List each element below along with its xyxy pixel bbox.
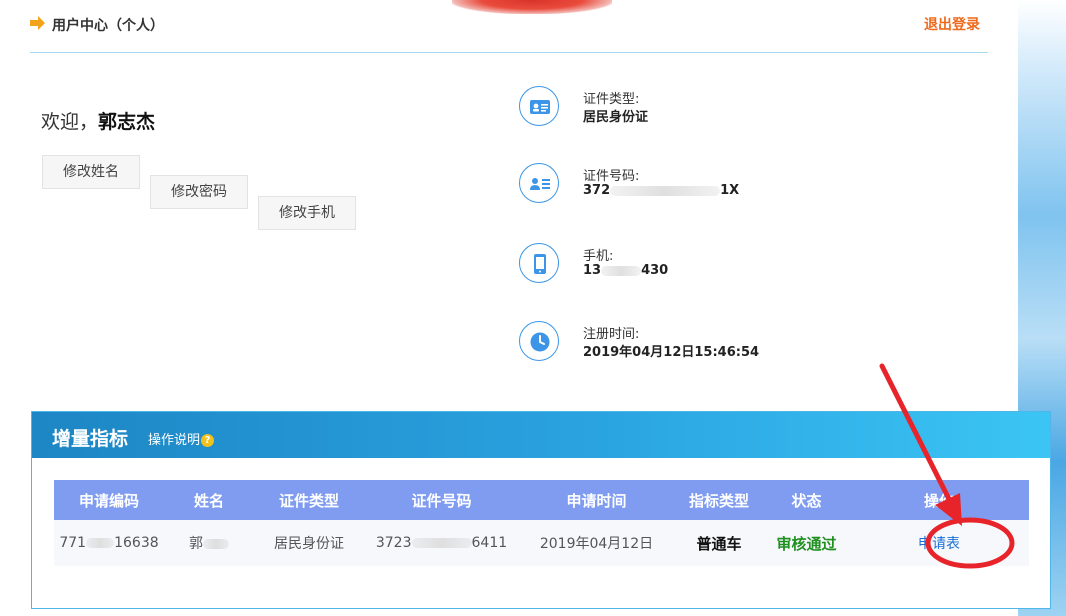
panel-title: 增量指标 bbox=[52, 428, 129, 450]
col-header-operation: 操作 bbox=[849, 480, 1029, 520]
register-time-value: 2019年04月12日15:46:54 bbox=[583, 345, 760, 360]
register-time-label: 注册时间: bbox=[583, 327, 640, 342]
id-number-label: 证件号码: bbox=[583, 169, 640, 184]
id-number-suffix: 1X bbox=[720, 183, 740, 198]
cell-id-type: 居民身份证 bbox=[254, 520, 364, 566]
col-header-name: 姓名 bbox=[164, 480, 254, 520]
table-header-row: 申请编码 姓名 证件类型 证件号码 申请时间 指标类型 状态 操作 bbox=[54, 480, 1029, 520]
id-number-prefix: 372 bbox=[583, 183, 611, 198]
application-table: 申请编码 姓名 证件类型 证件号码 申请时间 指标类型 状态 操作 771 166… bbox=[54, 480, 1029, 566]
id-suffix: 6411 bbox=[471, 535, 508, 551]
cell-operation: 申请表 bbox=[849, 520, 1029, 566]
arrow-right-icon bbox=[30, 16, 45, 30]
contact-card-icon bbox=[519, 163, 559, 203]
col-header-code: 申请编码 bbox=[54, 480, 164, 520]
edit-password-button[interactable]: 修改密码 bbox=[150, 175, 248, 209]
cell-status: 审核通过 bbox=[764, 520, 849, 566]
edit-name-button[interactable]: 修改姓名 bbox=[42, 155, 140, 189]
id-type-value: 居民身份证 bbox=[583, 110, 649, 125]
redacted-blur bbox=[203, 539, 229, 549]
col-header-apply-time: 申请时间 bbox=[519, 480, 674, 520]
cell-id-number: 3723 6411 bbox=[364, 520, 519, 566]
col-header-id-type: 证件类型 bbox=[254, 480, 364, 520]
info-id-type: 证件类型: 居民身份证 bbox=[519, 86, 959, 130]
col-header-status: 状态 bbox=[764, 480, 849, 520]
edit-phone-button[interactable]: 修改手机 bbox=[258, 196, 356, 230]
question-icon: ? bbox=[201, 434, 215, 447]
page-title: 用户中心（个人） bbox=[52, 18, 164, 34]
welcome-text: 欢迎，郭志杰 bbox=[41, 107, 155, 134]
id-type-label: 证件类型: bbox=[583, 92, 640, 107]
col-header-indicator-type: 指标类型 bbox=[674, 480, 764, 520]
panel-header: 增量指标 操作说明? bbox=[32, 412, 1050, 458]
id-number-value: 372 1X bbox=[583, 183, 739, 198]
name-visible: 郭 bbox=[189, 536, 203, 552]
cell-apply-time: 2019年04月12日 bbox=[519, 520, 674, 566]
code-suffix: 16638 bbox=[114, 535, 159, 551]
phone-label: 手机: bbox=[583, 249, 614, 264]
id-prefix: 3723 bbox=[375, 535, 412, 551]
indicator-panel: 增量指标 操作说明? 申请编码 姓名 证件类型 证件号码 申请时间 指标类型 状… bbox=[31, 411, 1051, 609]
info-id-number: 证件号码: 372 1X bbox=[519, 163, 959, 207]
application-form-link[interactable]: 申请表 bbox=[918, 536, 960, 552]
user-name: 郭志杰 bbox=[98, 111, 156, 133]
cell-name: 郭 bbox=[164, 520, 254, 566]
logout-link[interactable]: 退出登录 bbox=[924, 14, 980, 34]
help-link-text: 操作说明 bbox=[148, 433, 201, 448]
phone-suffix: 430 bbox=[641, 263, 669, 278]
info-phone: 手机: 13 430 bbox=[519, 243, 959, 287]
code-prefix: 771 bbox=[59, 535, 87, 551]
welcome-prefix: 欢迎， bbox=[41, 111, 99, 133]
redacted-blur bbox=[601, 265, 642, 276]
redacted-blur bbox=[86, 538, 115, 548]
cell-code: 771 16638 bbox=[54, 520, 164, 566]
phone-prefix: 13 bbox=[583, 263, 602, 278]
mobile-phone-icon bbox=[519, 243, 559, 283]
info-register-time: 注册时间: 2019年04月12日15:46:54 bbox=[519, 321, 959, 365]
redacted-blur bbox=[610, 185, 721, 196]
help-link[interactable]: 操作说明? bbox=[148, 429, 215, 448]
clock-icon bbox=[519, 321, 559, 361]
id-card-icon bbox=[519, 86, 559, 126]
phone-value: 13 430 bbox=[583, 263, 668, 278]
table-row: 771 16638 郭 居民身份证 3723 6411 2019年04月12日 普通… bbox=[54, 520, 1029, 566]
page-header: 用户中心（个人） 退出登录 bbox=[30, 0, 988, 53]
cell-indicator-type: 普通车 bbox=[674, 520, 764, 566]
col-header-id-number: 证件号码 bbox=[364, 480, 519, 520]
redacted-blur bbox=[411, 538, 472, 548]
